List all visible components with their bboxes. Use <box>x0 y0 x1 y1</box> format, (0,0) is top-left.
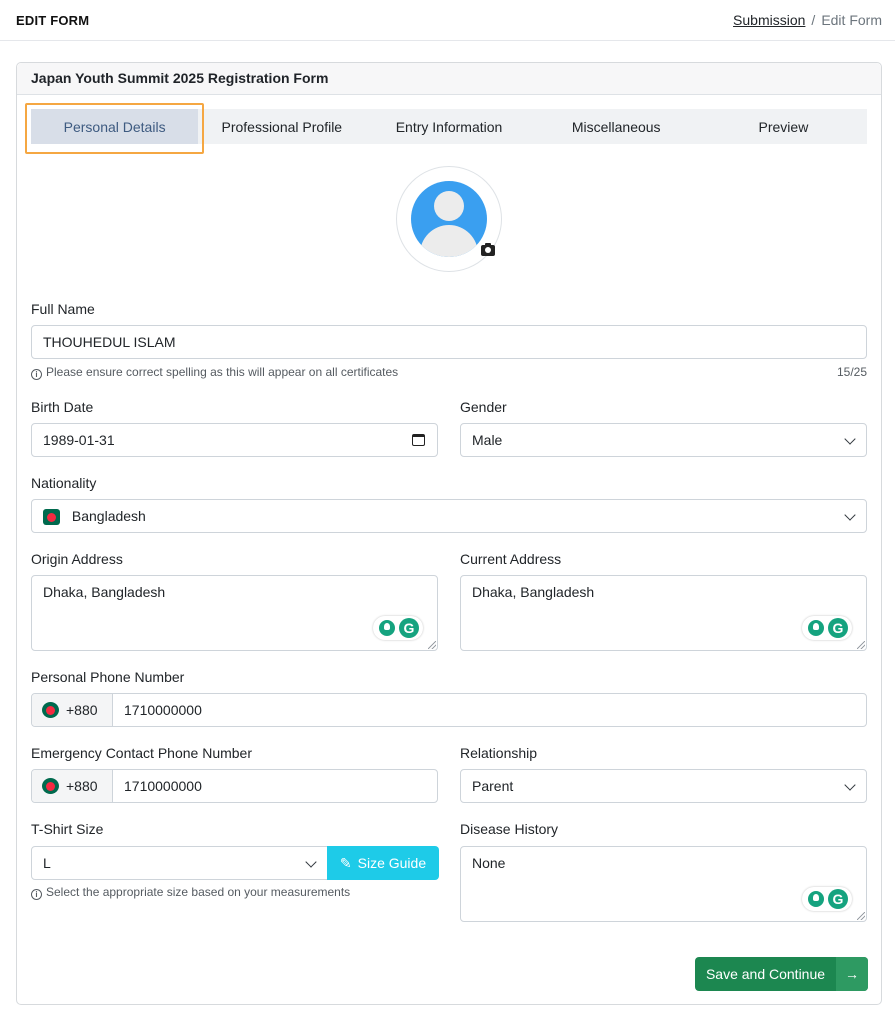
tab-professional-profile[interactable]: Professional Profile <box>198 109 365 144</box>
breadcrumb: Submission / Edit Form <box>733 12 882 28</box>
current-address-label: Current Address <box>460 551 562 567</box>
chevron-down-icon <box>844 433 856 445</box>
gender-label: Gender <box>460 399 507 415</box>
emergency-phone-label: Emergency Contact Phone Number <box>31 745 252 761</box>
relationship-select[interactable]: Parent <box>460 769 867 803</box>
tab-entry-information[interactable]: Entry Information <box>365 109 532 144</box>
size-guide-label: Size Guide <box>357 855 427 871</box>
resize-handle[interactable] <box>857 912 865 920</box>
calendar-icon[interactable] <box>412 434 425 446</box>
emergency-phone-value: 1710000000 <box>124 778 202 794</box>
tshirt-size-hint-text: Select the appropriate size based on you… <box>46 885 351 899</box>
tshirt-size-label: T-Shirt Size <box>31 821 104 837</box>
full-name-hint-text: Please ensure correct spelling as this w… <box>46 365 399 379</box>
full-name-char-count: 15/25 <box>836 365 867 379</box>
bangladesh-flag-icon <box>42 702 59 718</box>
page-title: EDIT FORM <box>16 13 90 28</box>
info-icon: i <box>31 369 42 380</box>
chevron-down-icon <box>305 856 317 868</box>
origin-address-label: Origin Address <box>31 551 123 567</box>
form-title: Japan Youth Summit 2025 Registration For… <box>17 63 881 95</box>
breadcrumb-submission-link[interactable]: Submission <box>733 12 805 28</box>
emergency-phone-country-code[interactable]: +880 <box>32 770 113 802</box>
personal-phone-label: Personal Phone Number <box>31 669 185 685</box>
chevron-down-icon <box>844 779 856 791</box>
size-guide-button[interactable]: ✎ Size Guide <box>327 846 439 880</box>
emergency-phone-input[interactable]: +880 1710000000 <box>31 769 438 803</box>
tshirt-size-select[interactable]: L <box>31 846 328 880</box>
current-address-textarea[interactable]: Dhaka, Bangladesh G <box>460 575 867 651</box>
tshirt-size-hint: i Select the appropriate size based on yo… <box>31 885 350 900</box>
resize-handle[interactable] <box>857 641 865 649</box>
personal-phone-country-code[interactable]: +880 <box>32 694 113 726</box>
current-address-value: Dhaka, Bangladesh <box>472 584 595 600</box>
full-name-hint: i Please ensure correct spelling as this … <box>31 365 398 380</box>
birth-date-label: Birth Date <box>31 399 94 415</box>
breadcrumb-separator: / <box>811 12 816 28</box>
grammarly-icon[interactable]: G <box>802 887 852 911</box>
relationship-label: Relationship <box>460 745 538 761</box>
top-bar: EDIT FORM Submission / Edit Form <box>0 0 895 41</box>
relationship-value: Parent <box>472 778 514 794</box>
form-tabs: Personal Details Professional Profile En… <box>31 109 867 144</box>
nationality-select[interactable]: Bangladesh <box>31 499 867 533</box>
save-and-continue-label: Save and Continue <box>705 966 826 982</box>
birth-date-input[interactable]: 1989-01-31 <box>31 423 438 457</box>
disease-history-value: None <box>472 855 506 871</box>
birth-date-value: 1989-01-31 <box>43 432 115 448</box>
bangladesh-flag-icon <box>43 509 60 526</box>
profile-photo-upload[interactable] <box>396 166 502 272</box>
full-name-input[interactable]: THOUHEDUL ISLAM <box>31 325 867 359</box>
camera-icon[interactable] <box>481 243 495 256</box>
grammarly-icon[interactable]: G <box>802 616 852 640</box>
user-avatar-icon <box>411 181 487 257</box>
emergency-phone-code: +880 <box>66 778 98 794</box>
chevron-down-icon <box>844 509 856 521</box>
disease-history-textarea[interactable]: None G <box>460 846 867 922</box>
tshirt-size-value: L <box>43 855 51 871</box>
resize-handle[interactable] <box>428 641 436 649</box>
personal-phone-code: +880 <box>66 702 98 718</box>
grammarly-icon[interactable]: G <box>373 616 423 640</box>
nationality-value: Bangladesh <box>71 508 146 524</box>
tab-preview[interactable]: Preview <box>700 109 867 144</box>
info-icon: i <box>31 889 42 900</box>
breadcrumb-current: Edit Form <box>821 12 882 28</box>
bangladesh-flag-icon <box>42 778 59 794</box>
disease-history-label: Disease History <box>460 821 559 837</box>
nationality-label: Nationality <box>31 475 97 491</box>
save-and-continue-button[interactable]: Save and Continue → <box>695 957 868 991</box>
origin-address-textarea[interactable]: Dhaka, Bangladesh G <box>31 575 438 651</box>
pencil-icon: ✎ <box>339 854 352 871</box>
gender-value: Male <box>472 432 503 448</box>
personal-phone-value: 1710000000 <box>124 702 202 718</box>
origin-address-value: Dhaka, Bangladesh <box>43 584 166 600</box>
form-card: Japan Youth Summit 2025 Registration For… <box>16 62 882 1005</box>
arrow-right-icon: → <box>836 957 868 991</box>
tab-personal-details[interactable]: Personal Details <box>31 109 199 144</box>
gender-select[interactable]: Male <box>460 423 867 457</box>
full-name-label: Full Name <box>31 301 95 317</box>
tab-miscellaneous[interactable]: Miscellaneous <box>533 109 700 144</box>
personal-phone-input[interactable]: +880 1710000000 <box>31 693 867 727</box>
